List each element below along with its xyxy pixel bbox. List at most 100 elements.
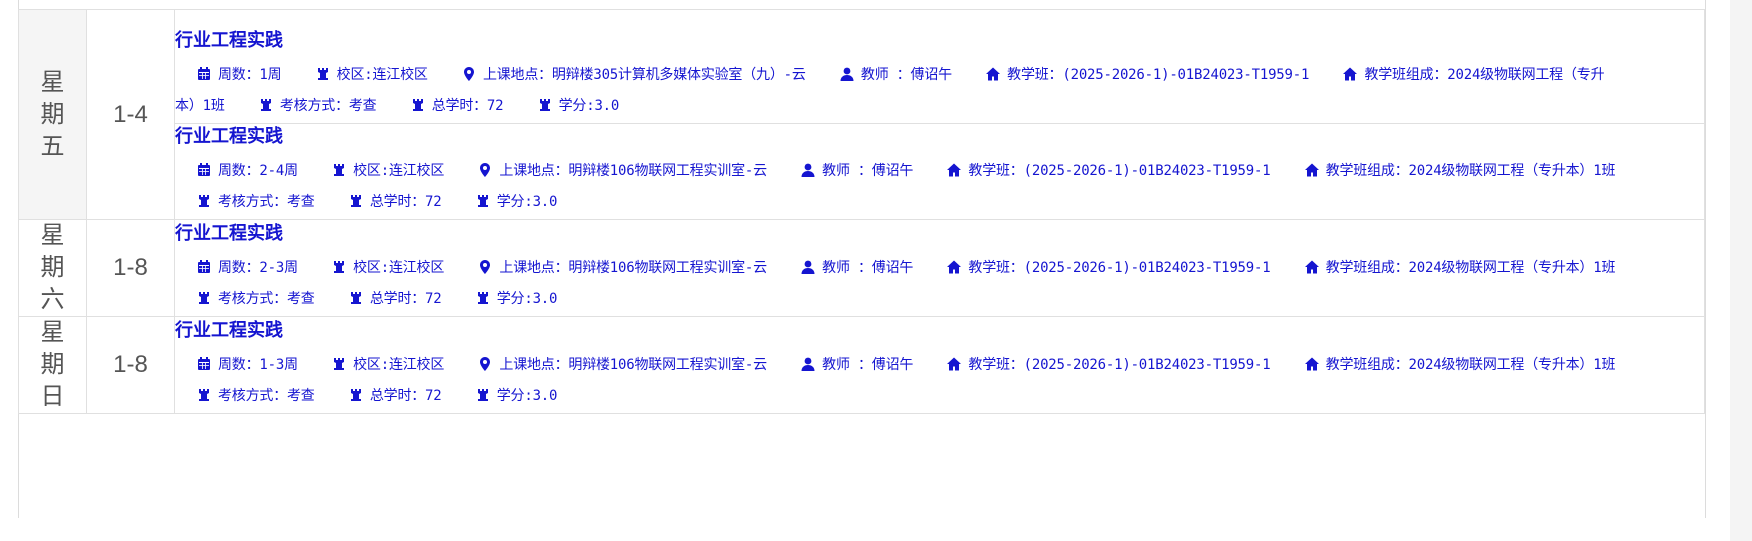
class-composition-item: 教学班组成：2024级物联网工程（专升本）1班 bbox=[1304, 260, 1615, 276]
calendar-icon bbox=[197, 163, 211, 177]
tower-icon bbox=[349, 291, 363, 305]
table-row: 星 期 日 1-8 行业工程实践 周数：1-3周 校区:连江校区 上课地点：明辩… bbox=[18, 316, 1705, 414]
campus-item: 校区:连江校区 bbox=[332, 260, 444, 276]
exam-item: 考核方式：考查 bbox=[197, 194, 315, 210]
tower-icon bbox=[411, 98, 425, 112]
course-cell: 行业工程实践 周数：1-3周 校区:连江校区 上课地点：明辩楼106物联网工程实… bbox=[174, 316, 1705, 414]
day-cell-sunday: 星 期 日 bbox=[18, 316, 87, 414]
location-item: 上课地点：明辩楼305计算机多媒体实验室（九）-云 bbox=[462, 67, 806, 83]
day-char: 期 bbox=[40, 351, 65, 378]
scrollbar-track[interactable] bbox=[1730, 0, 1752, 541]
home-icon bbox=[947, 260, 962, 274]
day-char: 期 bbox=[40, 100, 65, 128]
course-info: 周数：1-3周 校区:连江校区 上课地点：明辩楼106物联网工程实训室-云 教师… bbox=[175, 350, 1704, 381]
tower-icon bbox=[349, 388, 363, 402]
class-item: 教学班：(2025-2026-1)-01B24023-T1959-1 bbox=[947, 357, 1271, 373]
class-item: 教学班：(2025-2026-1)-01B24023-T1959-1 bbox=[947, 260, 1271, 276]
day-char: 日 bbox=[40, 383, 65, 410]
home-icon bbox=[986, 67, 1001, 81]
calendar-icon bbox=[197, 356, 211, 371]
class-composition-item: 教学班组成：2024级物联网工程（专升本）1班 bbox=[1304, 163, 1615, 179]
map-marker-icon bbox=[478, 356, 492, 371]
calendar-icon bbox=[197, 67, 211, 81]
course-info: 周数：2-3周 校区:连江校区 上课地点：明辩楼106物联网工程实训室-云 教师… bbox=[175, 253, 1704, 284]
day-cell-friday: 星 期 五 bbox=[18, 9, 87, 220]
home-icon bbox=[1304, 163, 1319, 177]
credits-item: 学分:3.0 bbox=[476, 291, 557, 307]
day-char: 星 bbox=[40, 222, 65, 249]
map-marker-icon bbox=[462, 67, 476, 81]
period-cell: 1-4 bbox=[86, 9, 175, 220]
course-title[interactable]: 行业工程实践 bbox=[175, 125, 1704, 147]
teacher-item: 教师 ：傅诏午 bbox=[840, 67, 952, 83]
tower-icon bbox=[197, 194, 211, 208]
credits-item: 学分:3.0 bbox=[538, 98, 619, 114]
home-icon bbox=[1343, 67, 1358, 81]
home-icon bbox=[947, 357, 962, 371]
class-composition-cont: 本）1班 bbox=[175, 98, 225, 114]
user-icon bbox=[801, 260, 815, 274]
exam-item: 考核方式：考查 bbox=[197, 388, 315, 404]
credits-item: 学分:3.0 bbox=[476, 388, 557, 404]
class-item: 教学班：(2025-2026-1)-01B24023-T1959-1 bbox=[947, 163, 1271, 179]
exam-item: 考核方式：考查 bbox=[197, 291, 315, 307]
class-composition-item: 教学班组成：2024级物联网工程（专升 bbox=[1343, 67, 1605, 83]
tower-icon bbox=[538, 98, 552, 112]
day-char: 期 bbox=[40, 254, 65, 281]
user-icon bbox=[840, 67, 854, 81]
course-title[interactable]: 行业工程实践 bbox=[175, 29, 1704, 51]
table-row: 星 期 六 1-8 行业工程实践 周数：2-3周 校区:连江校区 上课地点：明辩… bbox=[18, 219, 1705, 317]
tower-icon bbox=[476, 388, 490, 402]
course-info-cont: 考核方式：考查 总学时：72 学分:3.0 bbox=[175, 381, 1704, 412]
course-info-cont: 考核方式：考查 总学时：72 学分:3.0 bbox=[175, 187, 1704, 218]
tower-icon bbox=[332, 357, 346, 371]
calendar-icon bbox=[197, 259, 211, 274]
hours-item: 总学时：72 bbox=[349, 291, 442, 307]
course-info-cont: 本）1班 考核方式：考查 总学时：72 学分:3.0 bbox=[175, 91, 1704, 122]
weeks-item: 周数：1-3周 bbox=[197, 356, 298, 373]
weeks-item: 周数：2-4周 bbox=[197, 163, 298, 179]
hours-item: 总学时：72 bbox=[349, 194, 442, 210]
tower-icon bbox=[332, 163, 346, 177]
weeks-item: 周数：1周 bbox=[197, 67, 282, 83]
exam-item: 考核方式：考查 bbox=[259, 98, 377, 114]
table-row: 星 期 五 1-4 行业工程实践 周数：1周 校区:连江校区 上课地点：明辩楼3… bbox=[18, 9, 1705, 220]
home-icon bbox=[1304, 260, 1319, 274]
campus-item: 校区:连江校区 bbox=[332, 163, 444, 179]
location-item: 上课地点：明辩楼106物联网工程实训室-云 bbox=[478, 356, 767, 373]
campus-item: 校区:连江校区 bbox=[316, 67, 428, 83]
course-title[interactable]: 行业工程实践 bbox=[175, 222, 1704, 244]
table-row: 行业工程实践 周数：2-4周 校区:连江校区 上课地点：明辩楼106物联网工程实… bbox=[19, 123, 1705, 220]
class-composition-item: 教学班组成：2024级物联网工程（专升本）1班 bbox=[1304, 357, 1615, 373]
credits-item: 学分:3.0 bbox=[476, 194, 557, 210]
course-cell: 行业工程实践 周数：2-3周 校区:连江校区 上课地点：明辩楼106物联网工程实… bbox=[174, 219, 1705, 317]
map-marker-icon bbox=[478, 259, 492, 274]
hours-item: 总学时：72 bbox=[349, 388, 442, 404]
tower-icon bbox=[349, 194, 363, 208]
user-icon bbox=[801, 357, 815, 371]
tower-icon bbox=[332, 260, 346, 274]
course-info: 周数：1周 校区:连江校区 上课地点：明辩楼305计算机多媒体实验室（九）-云 … bbox=[175, 60, 1704, 91]
teacher-item: 教师 ：傅诏午 bbox=[801, 260, 913, 276]
course-cell: 行业工程实践 周数：2-4周 校区:连江校区 上课地点：明辩楼106物联网工程实… bbox=[174, 123, 1705, 220]
tower-icon bbox=[259, 98, 273, 112]
teacher-item: 教师 ：傅诏午 bbox=[801, 357, 913, 373]
tower-icon bbox=[476, 194, 490, 208]
campus-item: 校区:连江校区 bbox=[332, 357, 444, 373]
tower-icon bbox=[476, 291, 490, 305]
course-info-cont: 考核方式：考查 总学时：72 学分:3.0 bbox=[175, 284, 1704, 315]
period-cell: 1-8 bbox=[86, 316, 175, 414]
location-item: 上课地点：明辩楼106物联网工程实训室-云 bbox=[478, 259, 767, 276]
schedule-table: 星 期 五 1-4 行业工程实践 周数：1周 校区:连江校区 上课地点：明辩楼3… bbox=[18, 9, 1705, 414]
tower-icon bbox=[316, 67, 330, 81]
day-char: 六 bbox=[40, 286, 65, 313]
day-char: 星 bbox=[40, 319, 65, 346]
day-cell-saturday: 星 期 六 bbox=[18, 219, 87, 317]
day-char: 星 bbox=[40, 68, 65, 96]
course-title[interactable]: 行业工程实践 bbox=[175, 319, 1704, 341]
tower-icon bbox=[197, 388, 211, 402]
course-info: 周数：2-4周 校区:连江校区 上课地点：明辩楼106物联网工程实训室-云 教师… bbox=[175, 156, 1704, 187]
location-item: 上课地点：明辩楼106物联网工程实训室-云 bbox=[478, 163, 767, 179]
period-cell: 1-8 bbox=[86, 219, 175, 317]
course-cell: 行业工程实践 周数：1周 校区:连江校区 上课地点：明辩楼305计算机多媒体实验… bbox=[174, 9, 1705, 124]
